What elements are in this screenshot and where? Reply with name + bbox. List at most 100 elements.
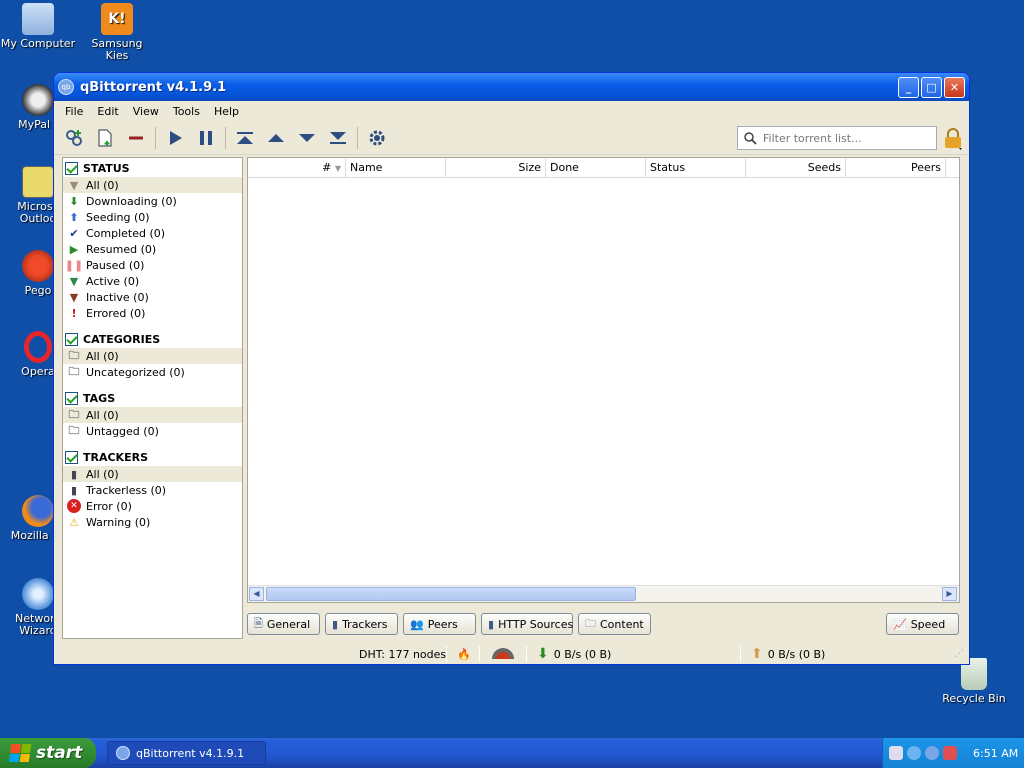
search-box[interactable] (737, 126, 937, 150)
pego-icon (22, 250, 54, 282)
checkmark-icon: ✔ (69, 226, 79, 240)
status-filter-active[interactable]: ▼ Active (0) (63, 273, 242, 289)
move-top-icon[interactable] (231, 125, 259, 151)
search-input[interactable] (763, 131, 933, 145)
tab-http-sources[interactable]: ▮ HTTP Sources (481, 613, 573, 635)
resume-icon[interactable] (161, 125, 189, 151)
windows-flag-icon (8, 744, 32, 762)
lock-icon[interactable] (942, 127, 964, 151)
tag-filter-all[interactable]: 🗀 All (0) (63, 407, 242, 423)
pause-icon[interactable] (192, 125, 220, 151)
status-divider (740, 646, 741, 662)
desktop-icon-samsung-kies[interactable]: K! Samsung Kies (79, 3, 155, 62)
status-filter-completed[interactable]: ✔ Completed (0) (63, 225, 242, 241)
status-filter-seeding[interactable]: ⬆ Seeding (0) (63, 209, 242, 225)
status-divider (446, 646, 447, 662)
speed-chart-icon: 📈 (893, 617, 907, 631)
status-section-header[interactable]: STATUS (63, 160, 242, 177)
add-torrent-file-icon[interactable] (91, 125, 119, 151)
network-server-icon: ▮ (70, 467, 78, 481)
status-filter-paused[interactable]: ❚❚ Paused (0) (63, 257, 242, 273)
horizontal-scrollbar[interactable]: ◀ ▶ (248, 585, 959, 602)
column-header-seeds[interactable]: Seeds (746, 158, 846, 177)
network-error-icon[interactable] (943, 746, 957, 760)
scroll-left-arrow-icon[interactable]: ◀ (249, 587, 264, 601)
desktop-icon-my-computer[interactable]: My Computer (0, 3, 76, 50)
add-torrent-link-icon[interactable] (60, 125, 88, 151)
scrollbar-thumb[interactable] (266, 587, 636, 601)
column-header-queue[interactable]: # ▼ (248, 158, 346, 177)
menu-edit[interactable]: Edit (90, 105, 125, 118)
status-filter-downloading[interactable]: ⬇ Downloading (0) (63, 193, 242, 209)
system-tray: 6:51 AM (882, 738, 1024, 768)
move-up-icon[interactable] (262, 125, 290, 151)
menu-tools[interactable]: Tools (166, 105, 207, 118)
status-filter-errored[interactable]: ! Errored (0) (63, 305, 242, 321)
maximize-button[interactable]: □ (921, 76, 942, 98)
clock: 6:51 AM (973, 746, 1019, 760)
keyboard-icon[interactable] (889, 746, 903, 760)
qbittorrent-tray-icon[interactable] (925, 746, 939, 760)
column-header-size[interactable]: Size (446, 158, 546, 177)
start-button[interactable]: start (0, 738, 96, 768)
tab-trackers[interactable]: ▮ Trackers (325, 613, 398, 635)
column-header-status[interactable]: Status (646, 158, 746, 177)
toolbar-separator (155, 126, 156, 149)
column-header-peers[interactable]: Peers (846, 158, 946, 177)
close-button[interactable]: ✕ (944, 76, 965, 98)
tracker-filter-all[interactable]: ▮ All (0) (63, 466, 242, 482)
chevron-left-icon[interactable] (907, 746, 921, 760)
gear-icon[interactable] (363, 125, 391, 151)
checkbox-icon[interactable] (65, 451, 78, 464)
tab-peers[interactable]: 👥 Peers (403, 613, 476, 635)
menu-help[interactable]: Help (207, 105, 246, 118)
desktop-icon-recycle-bin[interactable]: Recycle Bin (936, 658, 1012, 705)
column-header-done[interactable]: Done (546, 158, 646, 177)
trackers-section-header[interactable]: TRACKERS (63, 449, 242, 466)
computer-icon (22, 3, 54, 35)
toolbar-separator (225, 126, 226, 149)
status-filter-inactive[interactable]: ▼ Inactive (0) (63, 289, 242, 305)
column-header-name[interactable]: Name (346, 158, 446, 177)
funnel-icon: ▼ (69, 178, 79, 192)
tracker-filter-trackerless[interactable]: ▮ Trackerless (0) (63, 482, 242, 498)
taskbar: start qBittorrent v4.1.9.1 6:51 AM (0, 738, 1024, 768)
minimize-button[interactable]: _ (898, 76, 919, 98)
tag-filter-untagged[interactable]: 🗀 Untagged (0) (63, 423, 242, 439)
tags-section-header[interactable]: TAGS (63, 390, 242, 407)
category-filter-uncategorized[interactable]: 🗀 Uncategorized (0) (63, 364, 242, 380)
kies-icon: K! (101, 3, 133, 35)
opera-icon (24, 331, 52, 363)
remove-torrent-icon[interactable] (122, 125, 150, 151)
torrent-list[interactable]: # ▼ Name Size Done Status Seeds Peers ◀ … (247, 157, 960, 603)
menu-file[interactable]: File (58, 105, 90, 118)
status-filter-resumed[interactable]: ▶ Resumed (0) (63, 241, 242, 257)
move-bottom-icon[interactable] (324, 125, 352, 151)
scroll-right-arrow-icon[interactable]: ▶ (942, 587, 957, 601)
tracker-filter-warning[interactable]: ⚠ Warning (0) (63, 514, 242, 530)
folder-icon: 🗀 (68, 423, 80, 437)
window-title: qBittorrent v4.1.9.1 (80, 79, 227, 95)
speed-button[interactable]: 📈 Speed (886, 613, 959, 635)
checkbox-icon[interactable] (65, 333, 78, 346)
checkbox-icon[interactable] (65, 162, 78, 175)
connection-status-flame-icon[interactable]: 🔥 (457, 645, 471, 663)
move-down-icon[interactable] (293, 125, 321, 151)
title-bar[interactable]: qb qBittorrent v4.1.9.1 _ □ ✕ (54, 73, 969, 101)
status-divider (479, 646, 480, 662)
search-icon (744, 132, 757, 145)
taskbar-item-qbittorrent[interactable]: qBittorrent v4.1.9.1 (107, 741, 266, 765)
checkbox-icon[interactable] (65, 392, 78, 405)
category-filter-all[interactable]: 🗀 All (0) (63, 348, 242, 364)
speed-limit-toggle-icon[interactable] (490, 645, 516, 663)
warning-icon: ⚠ (69, 515, 79, 529)
menu-view[interactable]: View (126, 105, 166, 118)
categories-section-header[interactable]: CATEGORIES (63, 331, 242, 348)
tab-general[interactable]: 🗎 General (247, 613, 320, 635)
tab-content[interactable]: 🗀 Content (578, 613, 651, 635)
resize-grip-icon[interactable]: ⋰ (955, 645, 964, 663)
properties-tabs: 🗎 General ▮ Trackers 👥 Peers ▮ HTTP Sources … (247, 613, 960, 635)
upload-arrow-icon: ⬆ (751, 646, 763, 662)
tracker-filter-error[interactable]: ✕ Error (0) (63, 498, 242, 514)
status-filter-all[interactable]: ▼ All (0) (63, 177, 242, 193)
